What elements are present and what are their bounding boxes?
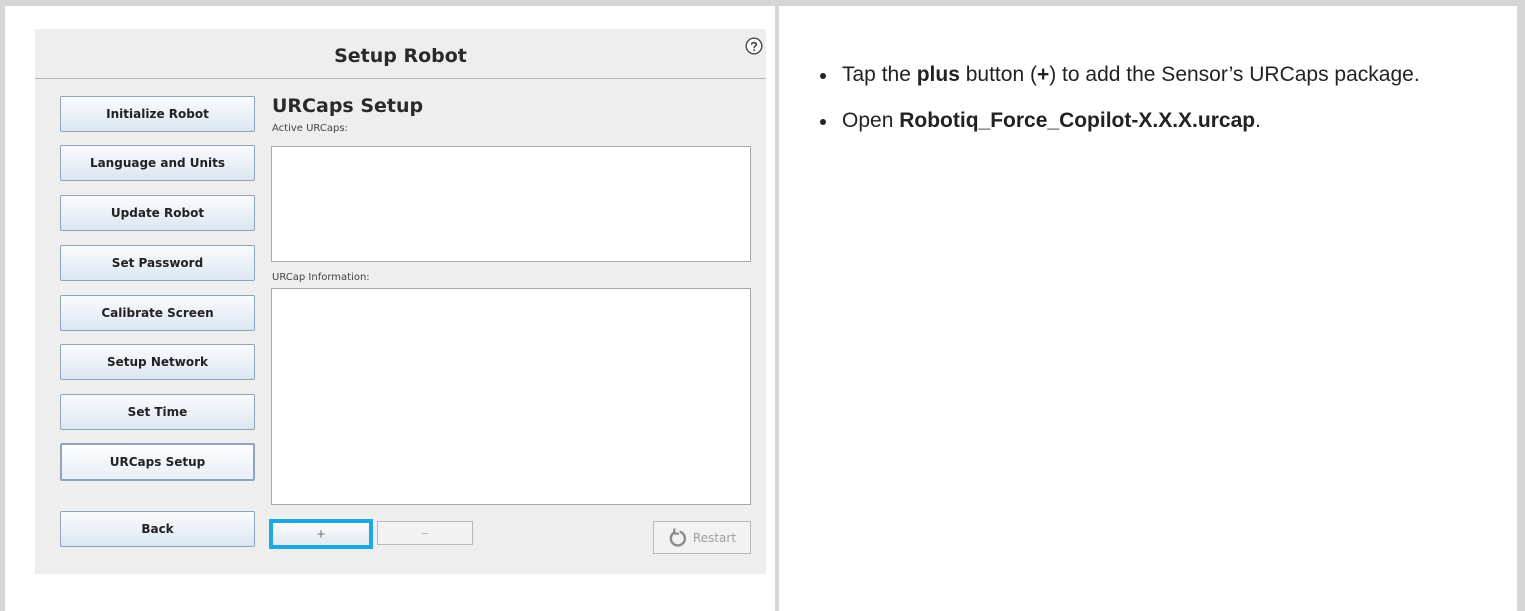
minus-icon: −: [421, 525, 429, 541]
remove-urcap-button[interactable]: −: [377, 521, 473, 545]
add-urcap-button[interactable]: +: [269, 519, 373, 549]
instruction-list: Tap the plus button (+) to add the Senso…: [820, 61, 1490, 153]
plus-symbol: +: [1036, 63, 1050, 86]
text-segment: .: [1255, 109, 1261, 132]
frame-divider: [775, 0, 779, 611]
set-time-button[interactable]: Set Time: [60, 394, 255, 430]
restart-label: Restart: [692, 530, 737, 545]
plus-icon: +: [316, 525, 326, 543]
urcap-filename: Robotiq_Force_Copilot-X.X.X.urcap: [899, 109, 1256, 132]
page-title: Setup Robot: [334, 45, 467, 67]
instruction-step-open: Open Robotiq_Force_Copilot-X.X.X.urcap.: [820, 107, 1490, 135]
help-icon[interactable]: [745, 37, 763, 55]
urcap-information-box[interactable]: [271, 288, 751, 505]
frame-right: [1517, 0, 1525, 611]
text-segment: Open: [842, 109, 900, 132]
active-urcaps-label: Active URCaps:: [272, 123, 348, 134]
text-segment: ) to add the Sensor’s URCaps package.: [1049, 63, 1420, 86]
active-urcaps-list[interactable]: [271, 146, 751, 262]
text-segment: Tap the: [842, 63, 917, 86]
urcaps-setup-button[interactable]: URCaps Setup: [60, 443, 255, 481]
update-robot-button[interactable]: Update Robot: [60, 195, 255, 231]
setup-network-button[interactable]: Setup Network: [60, 344, 255, 380]
restart-button[interactable]: Restart: [653, 521, 751, 554]
setup-robot-screen: Setup Robot Initialize Robot Language an…: [35, 29, 766, 574]
frame-left: [0, 0, 5, 611]
calibrate-screen-button[interactable]: Calibrate Screen: [60, 295, 255, 331]
text-segment: button (: [959, 63, 1037, 86]
back-button[interactable]: Back: [60, 511, 255, 547]
title-bar: Setup Robot: [35, 29, 766, 79]
section-title: URCaps Setup: [272, 95, 424, 117]
restart-icon: [669, 527, 686, 547]
set-password-button[interactable]: Set Password: [60, 245, 255, 281]
language-and-units-button[interactable]: Language and Units: [60, 145, 255, 181]
plus-emphasis: plus: [916, 63, 960, 86]
instruction-step-add: Tap the plus button (+) to add the Senso…: [820, 61, 1490, 89]
frame-top: [0, 0, 1525, 6]
initialize-robot-button[interactable]: Initialize Robot: [60, 96, 255, 132]
urcap-information-label: URCap Information:: [272, 272, 370, 283]
